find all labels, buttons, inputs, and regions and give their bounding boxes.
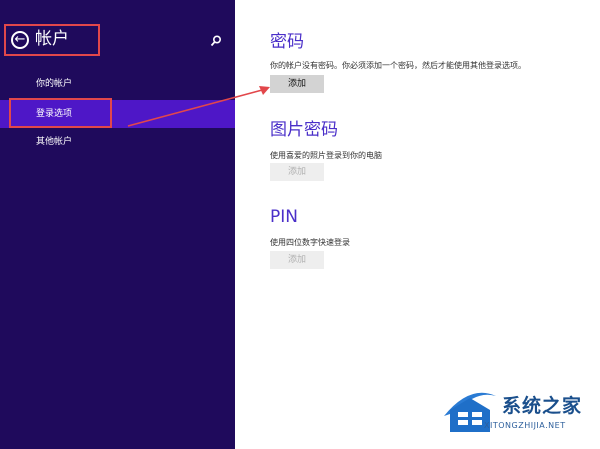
watermark-brand: 系统之家 xyxy=(502,395,583,417)
annotation-arrow xyxy=(127,86,270,127)
watermark-url: XITONGZHIJIA.NET xyxy=(484,421,566,430)
